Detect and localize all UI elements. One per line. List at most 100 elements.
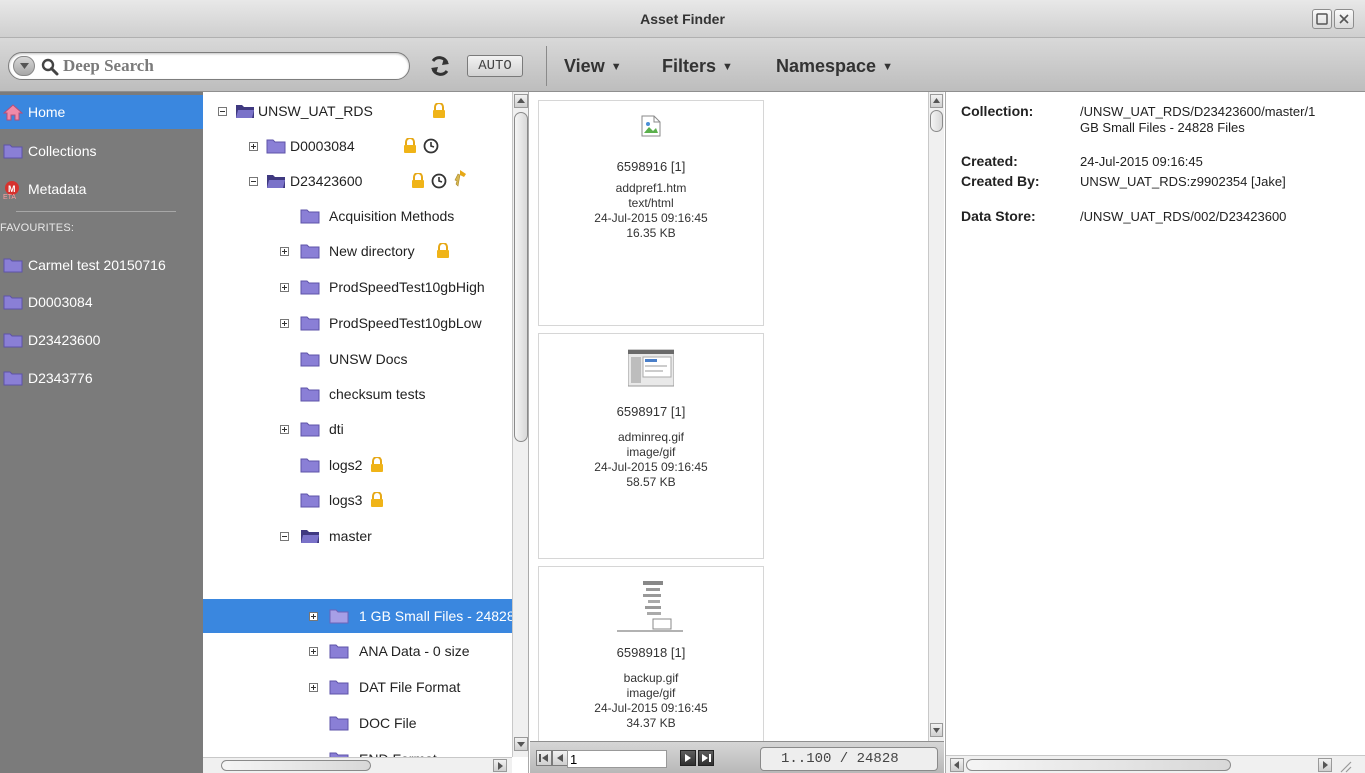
previous-page-button[interactable] <box>552 750 568 766</box>
auto-refresh-button[interactable]: AUTO <box>467 55 523 77</box>
tree-node[interactable] <box>203 736 512 756</box>
scroll-thumb[interactable] <box>221 760 371 771</box>
scroll-thumb[interactable] <box>514 112 528 442</box>
asset-size: 16.35 KB <box>626 226 676 240</box>
tree-node-label: D23423600 <box>290 173 363 189</box>
resize-grip-icon[interactable] <box>1338 759 1352 773</box>
folder-icon <box>300 316 320 331</box>
scroll-left-arrow[interactable] <box>950 758 964 772</box>
tree-node[interactable]: D0003084 <box>203 129 512 163</box>
favourite-label: Carmel test 20150716 <box>28 257 166 273</box>
created-label: Created: <box>961 153 1018 169</box>
close-icon <box>1339 14 1349 24</box>
scroll-down-arrow[interactable] <box>514 737 528 751</box>
tree-node[interactable]: dti <box>203 412 512 446</box>
nav-item-home[interactable]: Home <box>0 95 203 129</box>
collapse-toggle[interactable] <box>218 107 227 116</box>
folder-icon <box>3 258 23 273</box>
favourite-label: D2343776 <box>28 370 93 386</box>
expand-toggle[interactable] <box>280 283 289 292</box>
favourite-item[interactable]: D23423600 <box>0 323 203 357</box>
close-button[interactable] <box>1334 9 1354 29</box>
asset-size: 58.57 KB <box>626 475 676 489</box>
expand-toggle[interactable] <box>280 247 289 256</box>
data-store-value: /UNSW_UAT_RDS/002/D23423600 <box>1080 209 1287 224</box>
open-folder-icon <box>236 105 254 118</box>
tree-node-selected[interactable]: 1 GB Small Files - 24828 Files <box>203 599 512 633</box>
tree-node[interactable]: logs2 <box>203 448 512 482</box>
details-panel: Collection: /UNSW_UAT_RDS/D23423600/mast… <box>945 92 1365 773</box>
nav-item-label: Home <box>28 104 66 120</box>
collapse-toggle[interactable] <box>280 532 289 541</box>
caret-down-icon: ▼ <box>610 61 622 73</box>
folder-icon <box>300 244 320 259</box>
tree-node-label: UNSW Docs <box>329 351 408 367</box>
search-mode-dropdown[interactable] <box>13 56 35 76</box>
tree-node-label: New directory <box>329 243 415 259</box>
clock-icon <box>423 138 439 154</box>
tree-node[interactable]: DOC File <box>203 706 512 740</box>
scroll-up-arrow[interactable] <box>930 94 943 108</box>
namespace-menu[interactable]: Namespace ▼ <box>776 56 893 77</box>
asset-card[interactable]: 6598916 [1] addpref1.htm text/html 24-Ju… <box>538 100 764 326</box>
tree-node-label: logs2 <box>329 457 363 473</box>
favourite-item[interactable]: Carmel test 20150716 <box>0 248 203 282</box>
next-page-button[interactable] <box>680 750 696 766</box>
asset-name: backup.gif <box>623 671 679 685</box>
favourite-item[interactable]: D2343776 <box>0 361 203 395</box>
scroll-up-arrow[interactable] <box>514 94 528 108</box>
grid-vertical-scrollbar[interactable] <box>928 92 944 741</box>
folder-icon <box>300 387 320 402</box>
collapse-toggle[interactable] <box>249 177 258 186</box>
tree-node-label: master <box>329 528 372 544</box>
view-menu[interactable]: View ▼ <box>564 56 622 77</box>
collection-label: Collection: <box>961 103 1034 119</box>
view-menu-label: View <box>564 56 605 76</box>
scroll-thumb[interactable] <box>930 110 943 132</box>
image-thumbnail <box>628 349 674 387</box>
tree-node[interactable]: master <box>203 519 512 553</box>
scroll-right-arrow[interactable] <box>493 759 507 772</box>
page-number-input[interactable] <box>567 750 667 768</box>
expand-toggle[interactable] <box>309 647 318 656</box>
tree-node[interactable]: UNSW_UAT_RDS <box>203 94 512 128</box>
expand-toggle[interactable] <box>309 612 318 621</box>
expand-toggle[interactable] <box>309 683 318 692</box>
asset-mime: image/gif <box>626 686 676 700</box>
tree-node[interactable]: Acquisition Methods <box>203 199 512 233</box>
svg-text:M: M <box>8 184 16 194</box>
favourite-label: D0003084 <box>28 294 93 310</box>
asset-card[interactable]: 6598917 [1] adminreq.gif image/gif 24-Ju… <box>538 333 764 559</box>
favourite-item[interactable]: D0003084 <box>0 285 203 319</box>
filters-menu[interactable]: Filters ▼ <box>662 56 733 77</box>
tree-horizontal-scrollbar[interactable] <box>203 757 512 773</box>
expand-toggle[interactable] <box>280 319 289 328</box>
tree-node[interactable]: New directory <box>203 234 512 268</box>
scroll-thumb[interactable] <box>966 759 1231 771</box>
tree-node[interactable]: ProdSpeedTest10gbLow <box>203 306 512 340</box>
tree-node[interactable]: D23423600 <box>203 164 512 198</box>
tree-node[interactable]: ProdSpeedTest10gbHigh <box>203 270 512 304</box>
nav-item-collections[interactable]: Collections <box>0 134 203 168</box>
nav-item-metadata[interactable]: M ETA Metadata <box>0 172 203 206</box>
refresh-icon[interactable] <box>428 55 452 77</box>
expand-toggle[interactable] <box>249 142 258 151</box>
deep-search-input[interactable] <box>61 55 401 77</box>
folder-icon <box>300 493 320 508</box>
scroll-right-arrow[interactable] <box>1318 758 1332 772</box>
expand-toggle[interactable] <box>280 425 289 434</box>
tree-node[interactable]: UNSW Docs <box>203 342 512 376</box>
tree-node[interactable]: checksum tests <box>203 377 512 411</box>
tree-node[interactable]: DAT File Format <box>203 670 512 704</box>
maximize-button[interactable] <box>1312 9 1332 29</box>
folder-icon <box>329 609 349 624</box>
first-page-button[interactable] <box>536 750 552 766</box>
scroll-down-arrow[interactable] <box>930 723 943 737</box>
tree-node[interactable]: ANA Data - 0 size <box>203 634 512 668</box>
last-page-button[interactable] <box>698 750 714 766</box>
tree-node[interactable]: logs3 <box>203 483 512 517</box>
next-page-icon <box>685 754 691 762</box>
tree-vertical-scrollbar[interactable] <box>512 92 528 757</box>
details-horizontal-scrollbar[interactable] <box>946 755 1365 773</box>
folder-icon <box>300 422 320 437</box>
